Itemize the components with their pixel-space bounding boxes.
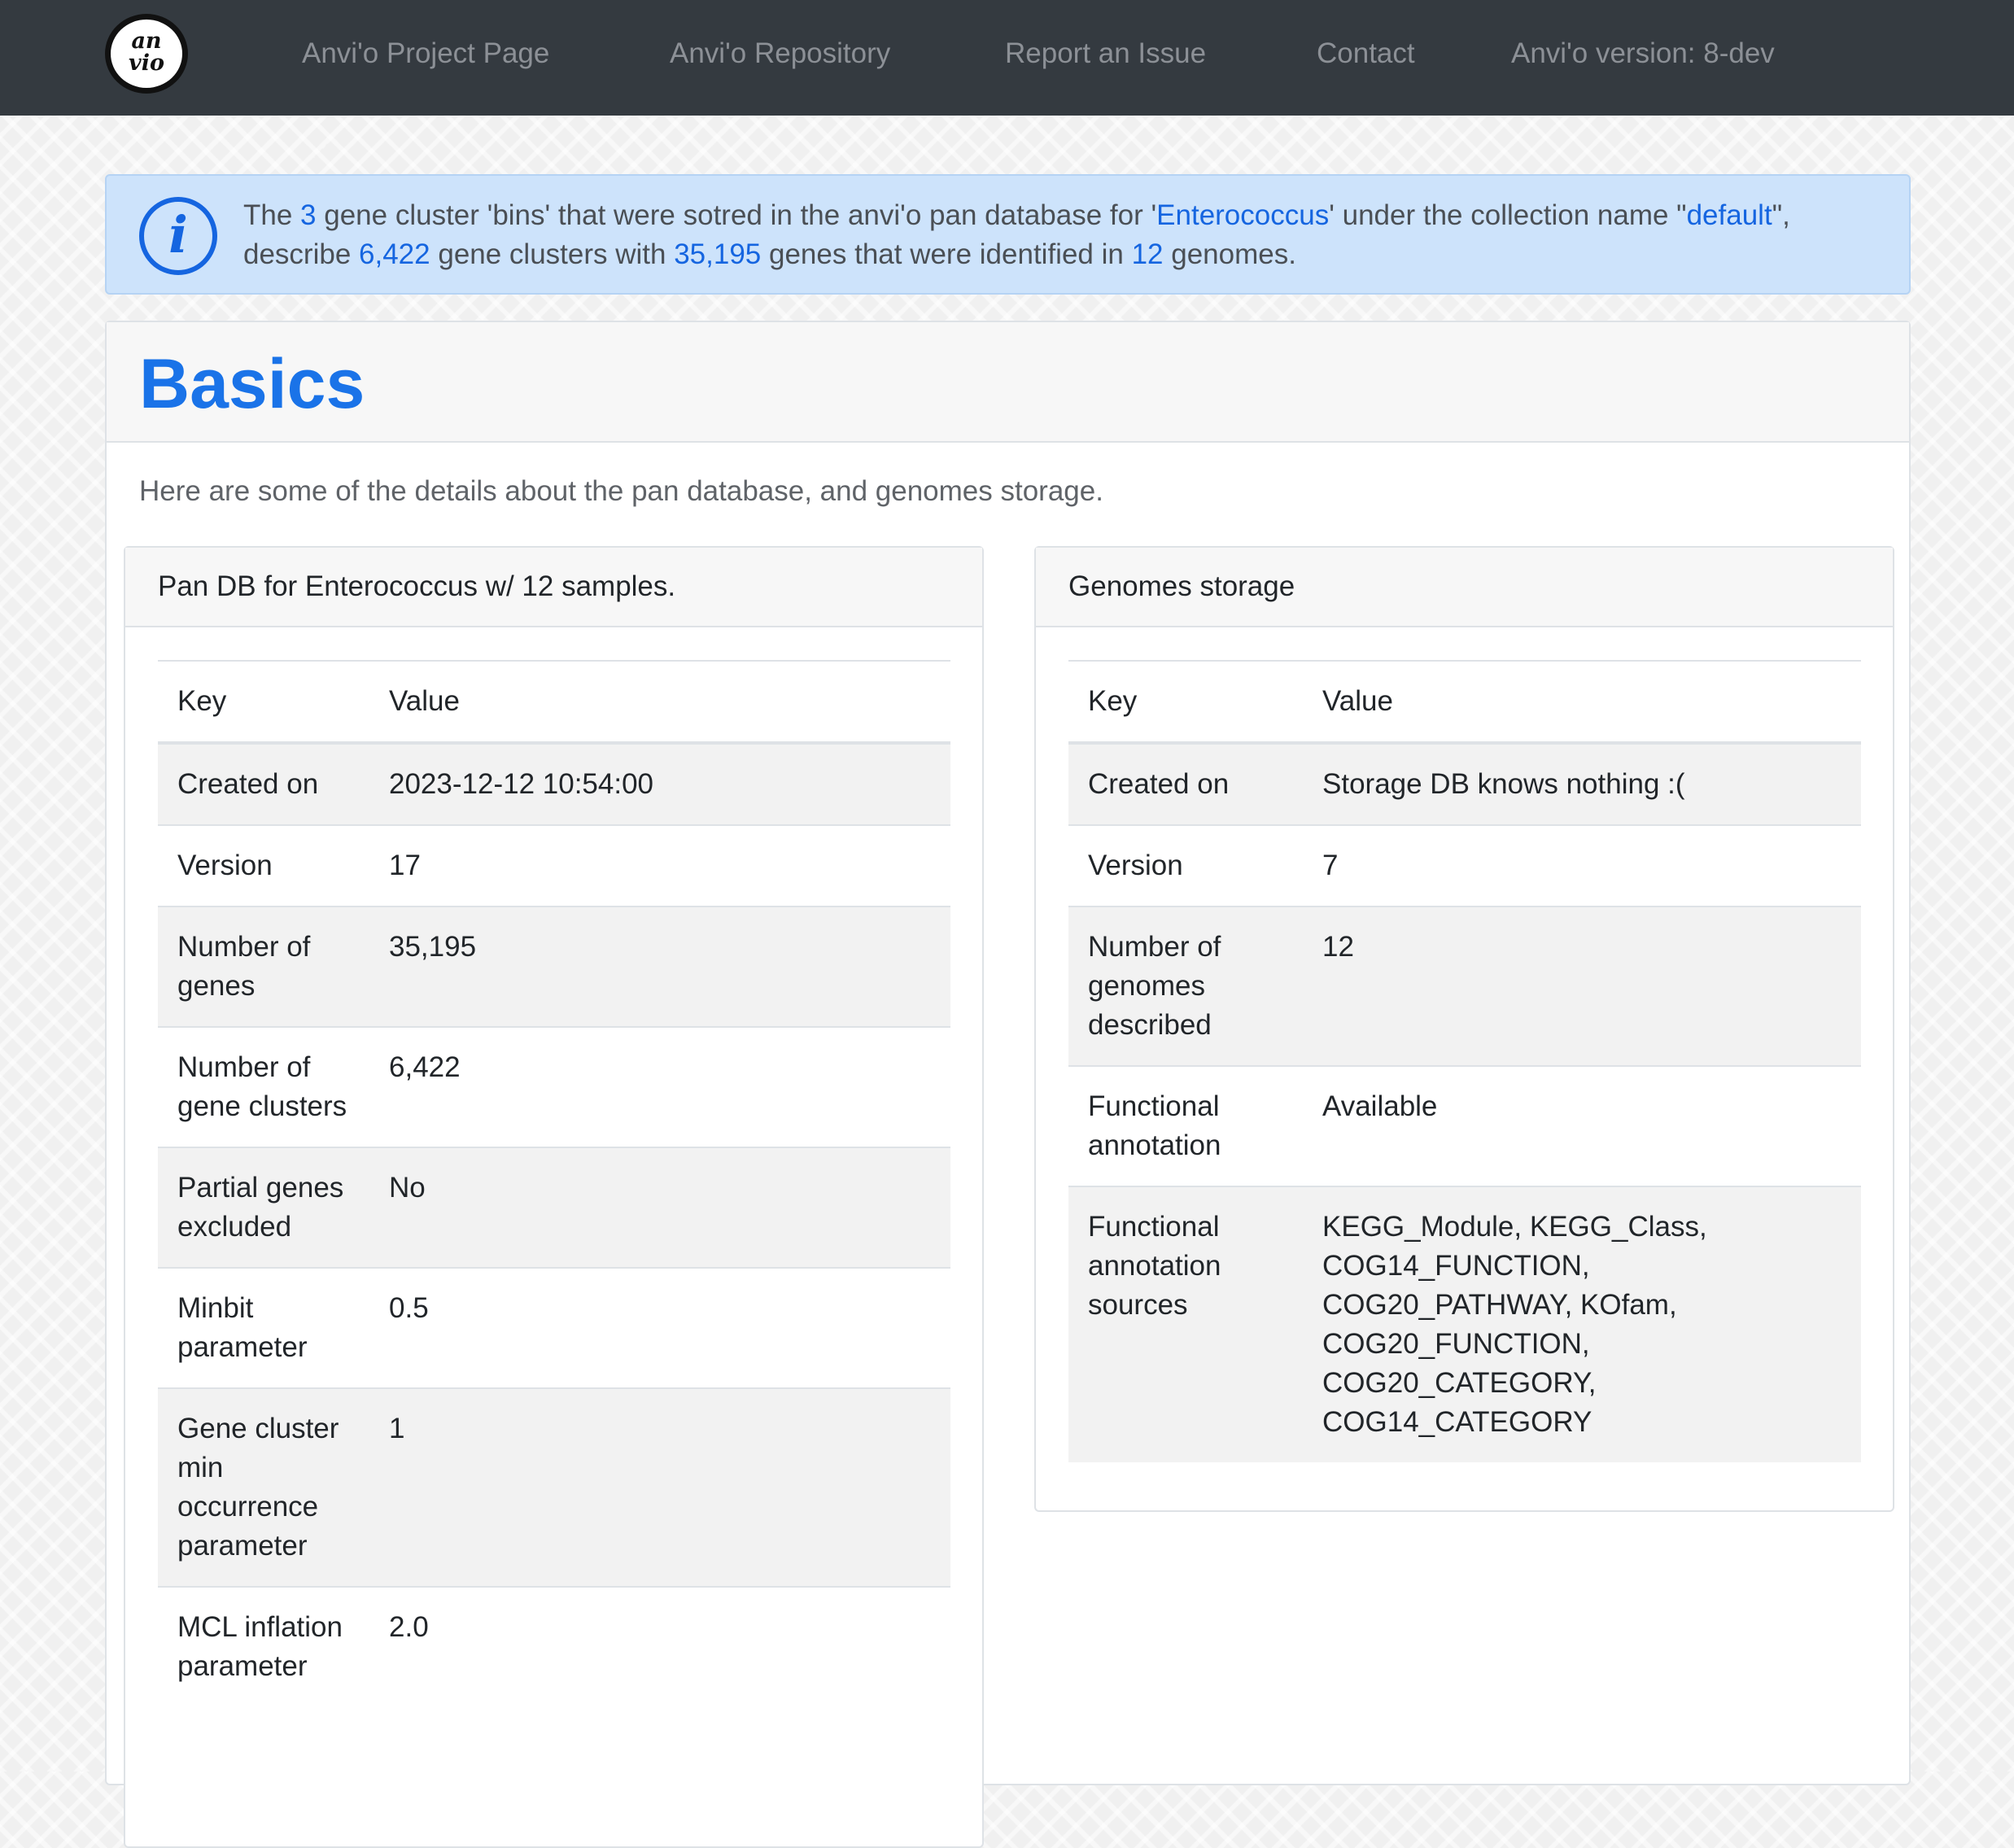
table-row: Number of genes 35,195 xyxy=(158,906,950,1027)
pan-db-table: Key Value Created on 2023-12-12 10:54:00… xyxy=(158,660,950,1706)
basics-card-header: Basics xyxy=(107,322,1909,443)
table-row: Minbit parameter 0.5 xyxy=(158,1267,950,1388)
pan-db-card-header: Pan DB for Enterococcus w/ 12 samples. xyxy=(125,548,982,627)
table-header-row: Key Value xyxy=(1068,660,1861,745)
pan-db-card: Pan DB for Enterococcus w/ 12 samples. K… xyxy=(124,546,984,1848)
column-header-value: Value xyxy=(369,660,950,745)
table-row: Functional annotation sources KEGG_Modul… xyxy=(1068,1186,1861,1462)
basics-intro: Here are some of the details about the p… xyxy=(139,475,1103,507)
row-value: KEGG_Module, KEGG_Class, COG14_FUNCTION,… xyxy=(1303,1186,1861,1462)
gene-cluster-count: 6,422 xyxy=(359,238,430,270)
table-row: MCL inflation parameter 2.0 xyxy=(158,1586,950,1706)
row-value: 2.0 xyxy=(369,1586,950,1706)
row-value: 17 xyxy=(369,824,950,907)
pan-db-title: Pan DB for Enterococcus w/ 12 samples. xyxy=(158,570,676,602)
column-header-value: Value xyxy=(1303,660,1861,745)
column-header-key: Key xyxy=(1068,660,1303,745)
table-row: Number of genomes described 12 xyxy=(1068,906,1861,1066)
row-key: Partial genes excluded xyxy=(158,1147,369,1268)
info-icon: i xyxy=(139,197,217,275)
alert-text-segment: genes that were identified in xyxy=(761,238,1132,270)
logo-text-line-1: an xyxy=(131,28,162,54)
row-key: Created on xyxy=(158,742,369,825)
row-key: Number of genes xyxy=(158,906,369,1027)
alert-text-segment: gene clusters with xyxy=(430,238,675,270)
table-row: Functional annotation Available xyxy=(1068,1065,1861,1186)
row-key: Number of genomes described xyxy=(1068,906,1303,1066)
basics-title: Basics xyxy=(139,345,365,423)
row-value: Available xyxy=(1303,1065,1861,1186)
table-row: Version 7 xyxy=(1068,824,1861,907)
row-key: Number of gene clusters xyxy=(158,1026,369,1147)
row-key: Version xyxy=(1068,824,1303,907)
genomes-storage-title: Genomes storage xyxy=(1068,570,1295,602)
anvio-logo[interactable]: an vio xyxy=(105,14,188,94)
table-row: Version 17 xyxy=(158,824,950,907)
table-row: Gene cluster min occurrence parameter 1 xyxy=(158,1387,950,1587)
row-value: 6,422 xyxy=(369,1026,950,1147)
alert-message: The 3 gene cluster 'bins' that were sotr… xyxy=(243,196,1887,274)
alert-text-segment: The xyxy=(243,199,301,231)
row-key: Functional annotation sources xyxy=(1068,1186,1303,1462)
nav-link-repository[interactable]: Anvi'o Repository xyxy=(670,36,890,72)
nav-link-version[interactable]: Anvi'o version: 8-dev xyxy=(1511,36,1775,72)
nav-link-project-page[interactable]: Anvi'o Project Page xyxy=(302,36,549,72)
bin-count: 3 xyxy=(300,199,317,231)
collection-info-alert: i The 3 gene cluster 'bins' that were so… xyxy=(105,174,1911,295)
row-key: Created on xyxy=(1068,742,1303,825)
row-value: 1 xyxy=(369,1387,950,1587)
row-key: MCL inflation parameter xyxy=(158,1586,369,1706)
table-row: Partial genes excluded No xyxy=(158,1147,950,1268)
genomes-storage-table: Key Value Created on Storage DB knows no… xyxy=(1068,660,1861,1462)
logo-text-line-2: vio xyxy=(129,50,164,76)
genomes-storage-card-header: Genomes storage xyxy=(1036,548,1893,627)
row-value: No xyxy=(369,1147,950,1268)
row-key: Gene cluster min occurrence parameter xyxy=(158,1387,369,1587)
row-value: 7 xyxy=(1303,824,1861,907)
column-header-key: Key xyxy=(158,660,369,745)
row-value: 2023-12-12 10:54:00 xyxy=(369,742,950,825)
row-key: Version xyxy=(158,824,369,907)
row-value: 0.5 xyxy=(369,1267,950,1388)
genomes-storage-card: Genomes storage Key Value Created on Sto… xyxy=(1034,546,1894,1512)
row-value: Storage DB knows nothing :( xyxy=(1303,742,1861,825)
genome-count: 12 xyxy=(1131,238,1164,270)
table-row: Number of gene clusters 6,422 xyxy=(158,1026,950,1147)
row-value: 35,195 xyxy=(369,906,950,1027)
alert-text-segment: ' under the collection name " xyxy=(1329,199,1687,231)
row-value: 12 xyxy=(1303,906,1861,1066)
table-header-row: Key Value xyxy=(158,660,950,745)
basics-card: Basics Here are some of the details abou… xyxy=(105,321,1911,1848)
gene-count: 35,195 xyxy=(674,238,762,270)
alert-text-segment: gene cluster 'bins' that were sotred in … xyxy=(316,199,1157,231)
top-navbar: an vio Anvi'o Project Page Anvi'o Reposi… xyxy=(0,0,2014,116)
project-name: Enterococcus xyxy=(1156,199,1330,231)
table-row: Created on Storage DB knows nothing :( xyxy=(1068,742,1861,825)
alert-text-segment: genomes. xyxy=(1163,238,1296,270)
nav-link-contact[interactable]: Contact xyxy=(1317,36,1415,72)
nav-link-report-issue[interactable]: Report an Issue xyxy=(1005,36,1206,72)
row-key: Functional annotation xyxy=(1068,1065,1303,1186)
collection-name: default xyxy=(1686,199,1772,231)
row-key: Minbit parameter xyxy=(158,1267,369,1388)
table-row: Created on 2023-12-12 10:54:00 xyxy=(158,742,950,825)
